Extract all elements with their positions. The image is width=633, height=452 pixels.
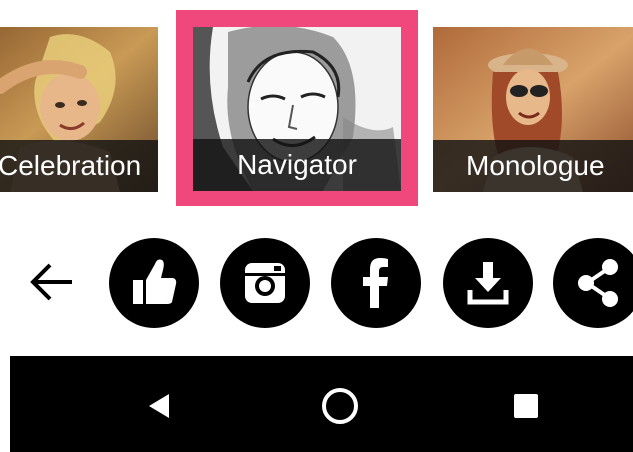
download-button[interactable] xyxy=(443,238,533,328)
filter-label: Celebration xyxy=(0,140,158,192)
triangle-back-icon xyxy=(149,394,169,418)
circle-home-icon xyxy=(322,388,358,424)
instagram-button[interactable] xyxy=(220,238,310,328)
filter-label: Navigator xyxy=(193,139,401,191)
back-button[interactable] xyxy=(22,253,80,311)
facebook-icon xyxy=(363,258,388,308)
instagram-icon xyxy=(245,263,285,303)
share-icon xyxy=(578,259,618,307)
nav-back-button[interactable] xyxy=(145,391,175,421)
share-actions-bar xyxy=(0,232,633,328)
filter-carousel[interactable]: Celebration Navigator Monologue xyxy=(0,0,633,215)
filter-tile-monologue[interactable]: Monologue xyxy=(433,27,633,192)
facebook-button[interactable] xyxy=(331,238,421,328)
nav-home-button[interactable] xyxy=(320,386,360,426)
filter-label: Monologue xyxy=(433,140,633,192)
thumbs-up-icon xyxy=(133,259,177,304)
share-button[interactable] xyxy=(553,238,633,328)
download-icon xyxy=(467,262,509,305)
navigator-thumbnail-frame: Navigator xyxy=(193,27,401,191)
like-button[interactable] xyxy=(109,238,199,328)
square-recents-icon xyxy=(514,394,538,418)
system-navigation-bar xyxy=(10,356,633,452)
nav-recents-button[interactable] xyxy=(513,393,539,419)
filter-tile-navigator-selected[interactable]: Navigator xyxy=(176,10,418,206)
arrow-left-icon xyxy=(30,263,72,301)
filter-tile-celebration[interactable]: Celebration xyxy=(0,27,158,192)
